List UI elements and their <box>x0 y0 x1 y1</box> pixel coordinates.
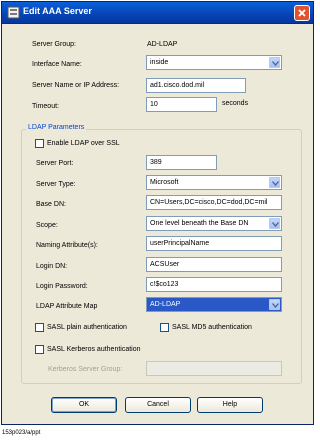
server-icon <box>7 6 20 19</box>
scope-label: Scope: <box>36 222 58 229</box>
chevron-down-icon[interactable] <box>269 218 280 229</box>
sasl-md5-label: SASL MD5 authentication <box>172 324 252 331</box>
interface-label: Interface Name: <box>32 61 82 68</box>
server-port-input[interactable]: 389 <box>146 155 217 170</box>
naming-attribute-input[interactable]: userPrincipalName <box>146 236 282 251</box>
title-bar[interactable]: Edit AAA Server <box>2 2 313 24</box>
chevron-down-icon[interactable] <box>269 299 280 310</box>
login-dn-label: Login DN: <box>36 263 68 270</box>
login-password-input[interactable]: c!$co123 <box>146 277 282 292</box>
server-type-value: Microsoft <box>150 179 179 186</box>
sasl-md5-checkbox[interactable] <box>160 323 169 332</box>
sasl-plain-checkbox[interactable] <box>35 323 44 332</box>
sasl-plain-label: SASL plain authentication <box>47 324 127 331</box>
interface-value: inside <box>150 59 169 66</box>
server-name-label: Server Name or IP Address: <box>32 82 120 89</box>
close-icon <box>298 9 306 17</box>
timeout-input[interactable]: 10 <box>146 97 217 112</box>
kerberos-group-input <box>146 361 282 376</box>
server-port-label: Server Port: <box>36 160 74 167</box>
close-button[interactable] <box>294 5 310 21</box>
figure-caption: 153p023/a/ppt <box>2 430 41 436</box>
ldap-parameters-title: LDAP Parameters <box>26 124 87 131</box>
attribute-map-label: LDAP Attribute Map <box>36 303 98 310</box>
base-dn-input[interactable]: CN=Users,DC=cisco,DC=dod,DC=mil <box>146 195 282 210</box>
timeout-label: Timeout: <box>32 103 59 110</box>
help-button[interactable]: Help <box>197 397 263 413</box>
enable-ssl-checkbox[interactable] <box>35 139 44 148</box>
enable-ssl-label: Enable LDAP over SSL <box>47 140 120 147</box>
base-dn-label: Base DN: <box>36 201 66 208</box>
sasl-kerberos-label: SASL Kerberos authentication <box>47 346 141 353</box>
kerberos-group-label: Kerberos Server Group: <box>48 366 123 373</box>
scope-value: One level beneath the Base DN <box>150 220 249 227</box>
attribute-map-select[interactable]: AD-LDAP <box>146 297 282 312</box>
server-type-label: Server Type: <box>36 181 76 188</box>
server-type-select[interactable]: Microsoft <box>146 175 282 190</box>
interface-select[interactable]: inside <box>146 55 282 70</box>
naming-attribute-label: Naming Attribute(s): <box>36 242 98 249</box>
ok-button[interactable]: OK <box>51 397 117 413</box>
sasl-kerberos-checkbox[interactable] <box>35 345 44 354</box>
chevron-down-icon[interactable] <box>269 57 280 68</box>
server-group-value: AD-LDAP <box>147 41 178 48</box>
window-title: Edit AAA Server <box>23 6 92 16</box>
chevron-down-icon[interactable] <box>269 177 280 188</box>
login-dn-input[interactable]: ACSUser <box>146 257 282 272</box>
server-group-label: Server Group: <box>32 41 76 48</box>
server-name-input[interactable]: ad1.cisco.dod.mil <box>146 78 246 93</box>
cancel-button[interactable]: Cancel <box>125 397 191 413</box>
login-password-label: Login Password: <box>36 283 88 290</box>
timeout-unit: seconds <box>222 100 249 107</box>
attribute-map-value: AD-LDAP <box>150 301 181 308</box>
scope-select[interactable]: One level beneath the Base DN <box>146 216 282 231</box>
